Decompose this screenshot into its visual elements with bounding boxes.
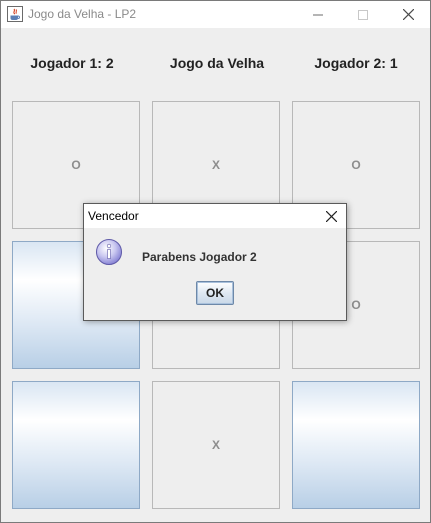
maximize-button[interactable] [341, 1, 385, 28]
board-cell-9[interactable] [292, 381, 420, 509]
close-icon [325, 210, 337, 222]
board-cell-7[interactable] [12, 381, 140, 509]
player1-score: Jogador 1: 2 [30, 55, 114, 71]
minimize-button[interactable] [296, 1, 340, 28]
java-app-icon [7, 6, 23, 22]
maximize-icon [358, 9, 368, 20]
game-title-label: Jogo da Velha [169, 55, 265, 71]
winner-dialog: Vencedor Parabens Jogador 2 OK [83, 203, 347, 321]
title-bar[interactable]: Jogo da Velha - LP2 [1, 1, 430, 28]
ok-button[interactable]: OK [196, 281, 234, 305]
dialog-close-button[interactable] [316, 204, 346, 228]
dialog-title: Vencedor [88, 209, 139, 223]
dialog-message: Parabens Jogador 2 [142, 250, 257, 264]
minimize-icon [313, 14, 323, 15]
close-icon [402, 9, 414, 20]
window-title: Jogo da Velha - LP2 [28, 7, 137, 21]
board-cell-8[interactable]: X [152, 381, 280, 509]
dialog-title-bar[interactable]: Vencedor [84, 204, 346, 228]
player2-score: Jogador 2: 1 [314, 55, 398, 71]
close-button[interactable] [386, 1, 430, 28]
info-icon [96, 239, 122, 265]
